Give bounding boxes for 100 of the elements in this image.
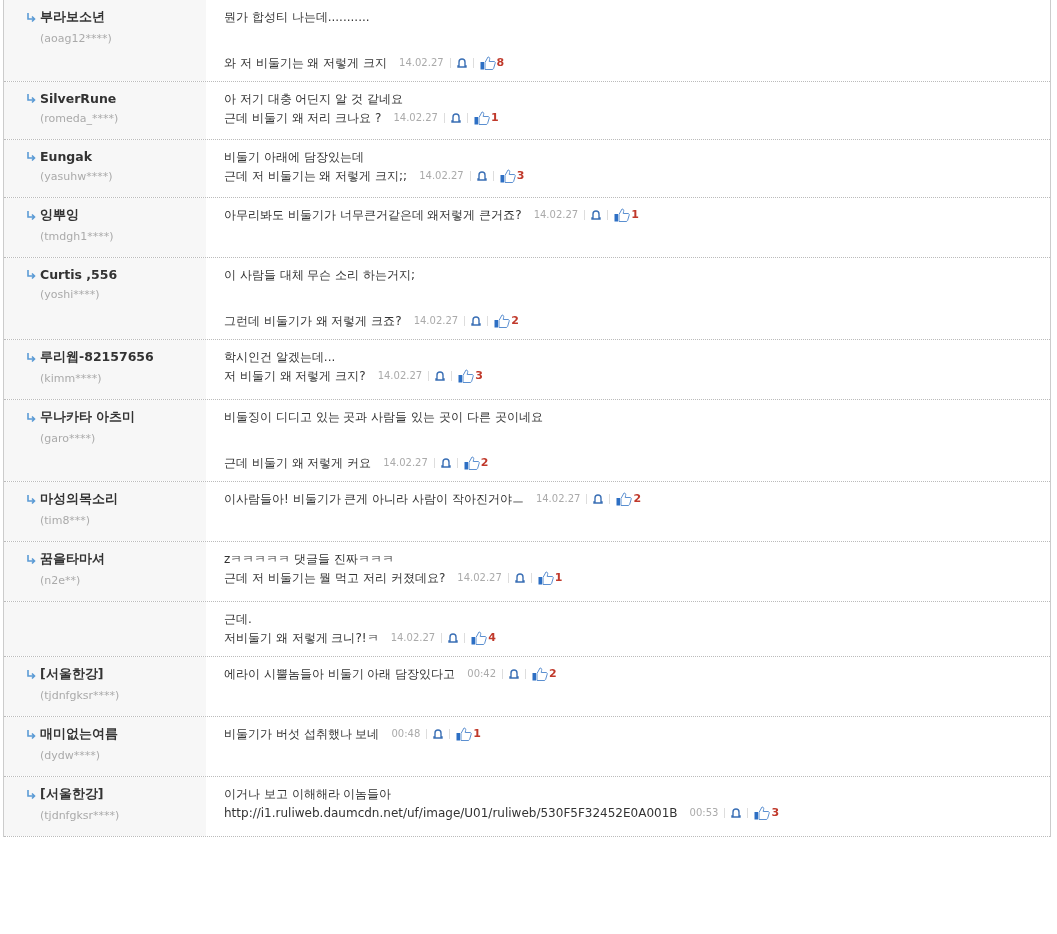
comment-text: 근데 저 비둘기는 왜 저렇게 크지;; [224, 168, 408, 184]
user-id: (garo****) [39, 432, 97, 445]
thumbs-up-icon[interactable] [614, 208, 631, 222]
user-id: (tmdgh1****) [39, 230, 115, 243]
comment-text: http://i1.ruliweb.daumcdn.net/uf/image/U01/ruliweb/530F5F32452E0A001B [224, 805, 678, 821]
bell-icon[interactable] [514, 573, 525, 583]
comment-text: 비둘기 아래에 담장있는데 [224, 149, 364, 165]
bell-icon[interactable] [448, 633, 459, 643]
comment-text: 와 저 비둘기는 왜 저렇게 크지 [224, 55, 388, 71]
thumbs-up-icon[interactable] [474, 111, 490, 125]
comment-text: 에라이 시뿔놈들아 비둘기 아래 담장있다고 [224, 666, 456, 682]
like-count: 2 [511, 313, 519, 329]
comment-date: 00:53 [689, 806, 719, 820]
bell-icon[interactable] [731, 808, 742, 818]
user-id: (tjdnfgksr****) [39, 689, 121, 702]
user-id: (aoag12****) [39, 32, 113, 45]
like-count: 2 [549, 666, 557, 682]
like-count: 8 [496, 55, 505, 71]
comment-text: 이 사람들 대체 무슨 소리 하는거지; [224, 267, 416, 283]
comment-text: 아무리봐도 비둘기가 너무큰거같은데 왜저렇게 큰거죠? [224, 207, 522, 223]
like-count: 2 [480, 455, 489, 471]
comment-date: 14.02.27 [393, 111, 438, 125]
thumbs-up-icon[interactable] [494, 314, 511, 328]
author-name[interactable]: SilverRune [40, 91, 117, 106]
comment-date: 14.02.27 [419, 169, 464, 183]
bell-icon[interactable] [476, 171, 487, 181]
reply-arrow-icon [26, 269, 36, 280]
like-count: 3 [516, 168, 525, 184]
comment-date: 14.02.27 [399, 56, 444, 70]
author-name[interactable]: [서울한강] [40, 786, 104, 803]
author-name[interactable]: 무나카타 아츠미 [40, 409, 136, 426]
comment-text: 근데 비둘기 왜 저리 크나요 ? [224, 110, 382, 126]
thumbs-up-icon[interactable] [463, 456, 480, 470]
like-count: 1 [631, 207, 639, 223]
comment-text: 이사람들아! 비둘기가 큰게 아니라 사람이 작아진거야ㅡ [224, 491, 524, 507]
thumbs-up-icon[interactable] [456, 727, 473, 741]
bell-icon[interactable] [591, 210, 602, 220]
like-count: 4 [488, 630, 496, 646]
user-id: (tim8***) [39, 514, 92, 527]
comment-text: 뭔가 합성티 나는데........... [224, 9, 370, 25]
reply-arrow-icon [26, 151, 36, 162]
reply-arrow-icon [26, 729, 36, 740]
author-name[interactable]: Eungak [40, 149, 93, 164]
comment-text: 저 비둘기 왜 저렇게 크지? [224, 368, 366, 384]
comment-text: 근데 비둘기 왜 저렇게 커요 [224, 455, 372, 471]
author-name[interactable]: 매미없는여름 [40, 726, 118, 743]
author-name[interactable]: 꿈을타마셔 [40, 551, 105, 568]
user-id: (yasuhw****) [39, 170, 114, 183]
user-id: (n2e**) [39, 574, 82, 587]
comment-date: 14.02.27 [377, 369, 423, 383]
reply-arrow-icon [26, 669, 36, 680]
reply-arrow-icon [26, 210, 36, 221]
author-name[interactable]: 부라보소년 [40, 9, 105, 26]
like-count: 1 [491, 110, 499, 126]
comment-date: 14.02.27 [413, 314, 459, 328]
thumbs-up-icon[interactable] [458, 369, 475, 383]
like-count: 3 [771, 805, 780, 821]
bell-icon[interactable] [433, 729, 444, 739]
author-name[interactable]: 잉뿌잉 [40, 207, 79, 224]
author-name[interactable]: Curtis ,556 [40, 267, 118, 282]
bell-icon[interactable] [456, 58, 467, 68]
comment-text: 학시인건 알겠는데... [224, 349, 336, 365]
reply-arrow-icon [26, 93, 36, 104]
comment-text: 비둘징이 디디고 있는 곳과 사람들 있는 곳이 다른 곳이네요 [224, 409, 543, 425]
thumbs-up-icon[interactable] [754, 806, 771, 820]
user-id: (yoshi****) [39, 288, 101, 301]
comment-date: 00:48 [391, 727, 421, 741]
reply-arrow-icon [26, 554, 36, 565]
bell-icon[interactable] [509, 669, 520, 679]
comment-date: 14.02.27 [457, 571, 502, 585]
thumbs-up-icon[interactable] [532, 667, 549, 681]
comment-date: 14.02.27 [533, 208, 579, 222]
thumbs-up-icon[interactable] [616, 492, 633, 506]
reply-arrow-icon [26, 789, 36, 800]
comment-date: 14.02.27 [390, 631, 436, 645]
thumbs-up-icon[interactable] [471, 631, 488, 645]
bell-icon[interactable] [440, 458, 451, 468]
user-id: (dydw****) [39, 749, 102, 762]
bell-icon[interactable] [451, 113, 461, 123]
author-name[interactable]: 루리웹-82157656 [40, 349, 154, 366]
comment-date: 00:42 [467, 667, 497, 681]
like-count: 1 [554, 570, 563, 586]
author-name[interactable]: [서울한강] [40, 666, 104, 683]
comment-text: 아 저기 대충 어딘지 알 것 같네요 [224, 91, 403, 107]
reply-arrow-icon [26, 494, 36, 505]
bell-icon[interactable] [471, 316, 482, 326]
user-id: (tjdnfgksr****) [39, 809, 121, 822]
comment-text: zㅋㅋㅋㅋㅋ 댓글들 진짜ㅋㅋㅋ [224, 551, 394, 567]
thumbs-up-icon[interactable] [479, 56, 496, 70]
thumbs-up-icon[interactable] [537, 571, 554, 585]
user-id: (romeda_****) [39, 112, 120, 125]
bell-icon[interactable] [593, 494, 604, 504]
comment-text: 그런데 비둘기가 왜 저렇게 크죠? [224, 313, 402, 329]
like-count: 2 [633, 491, 642, 507]
reply-arrow-icon [26, 412, 36, 423]
comment-text: 비둘기가 버섯 섭취했나 보네 [224, 726, 380, 742]
bell-icon[interactable] [435, 371, 446, 381]
comment-text: 저비둘기 왜 저렇게 크니?!ㅋ [224, 630, 379, 646]
author-name[interactable]: 마성의목소리 [40, 491, 118, 508]
thumbs-up-icon[interactable] [499, 169, 516, 183]
